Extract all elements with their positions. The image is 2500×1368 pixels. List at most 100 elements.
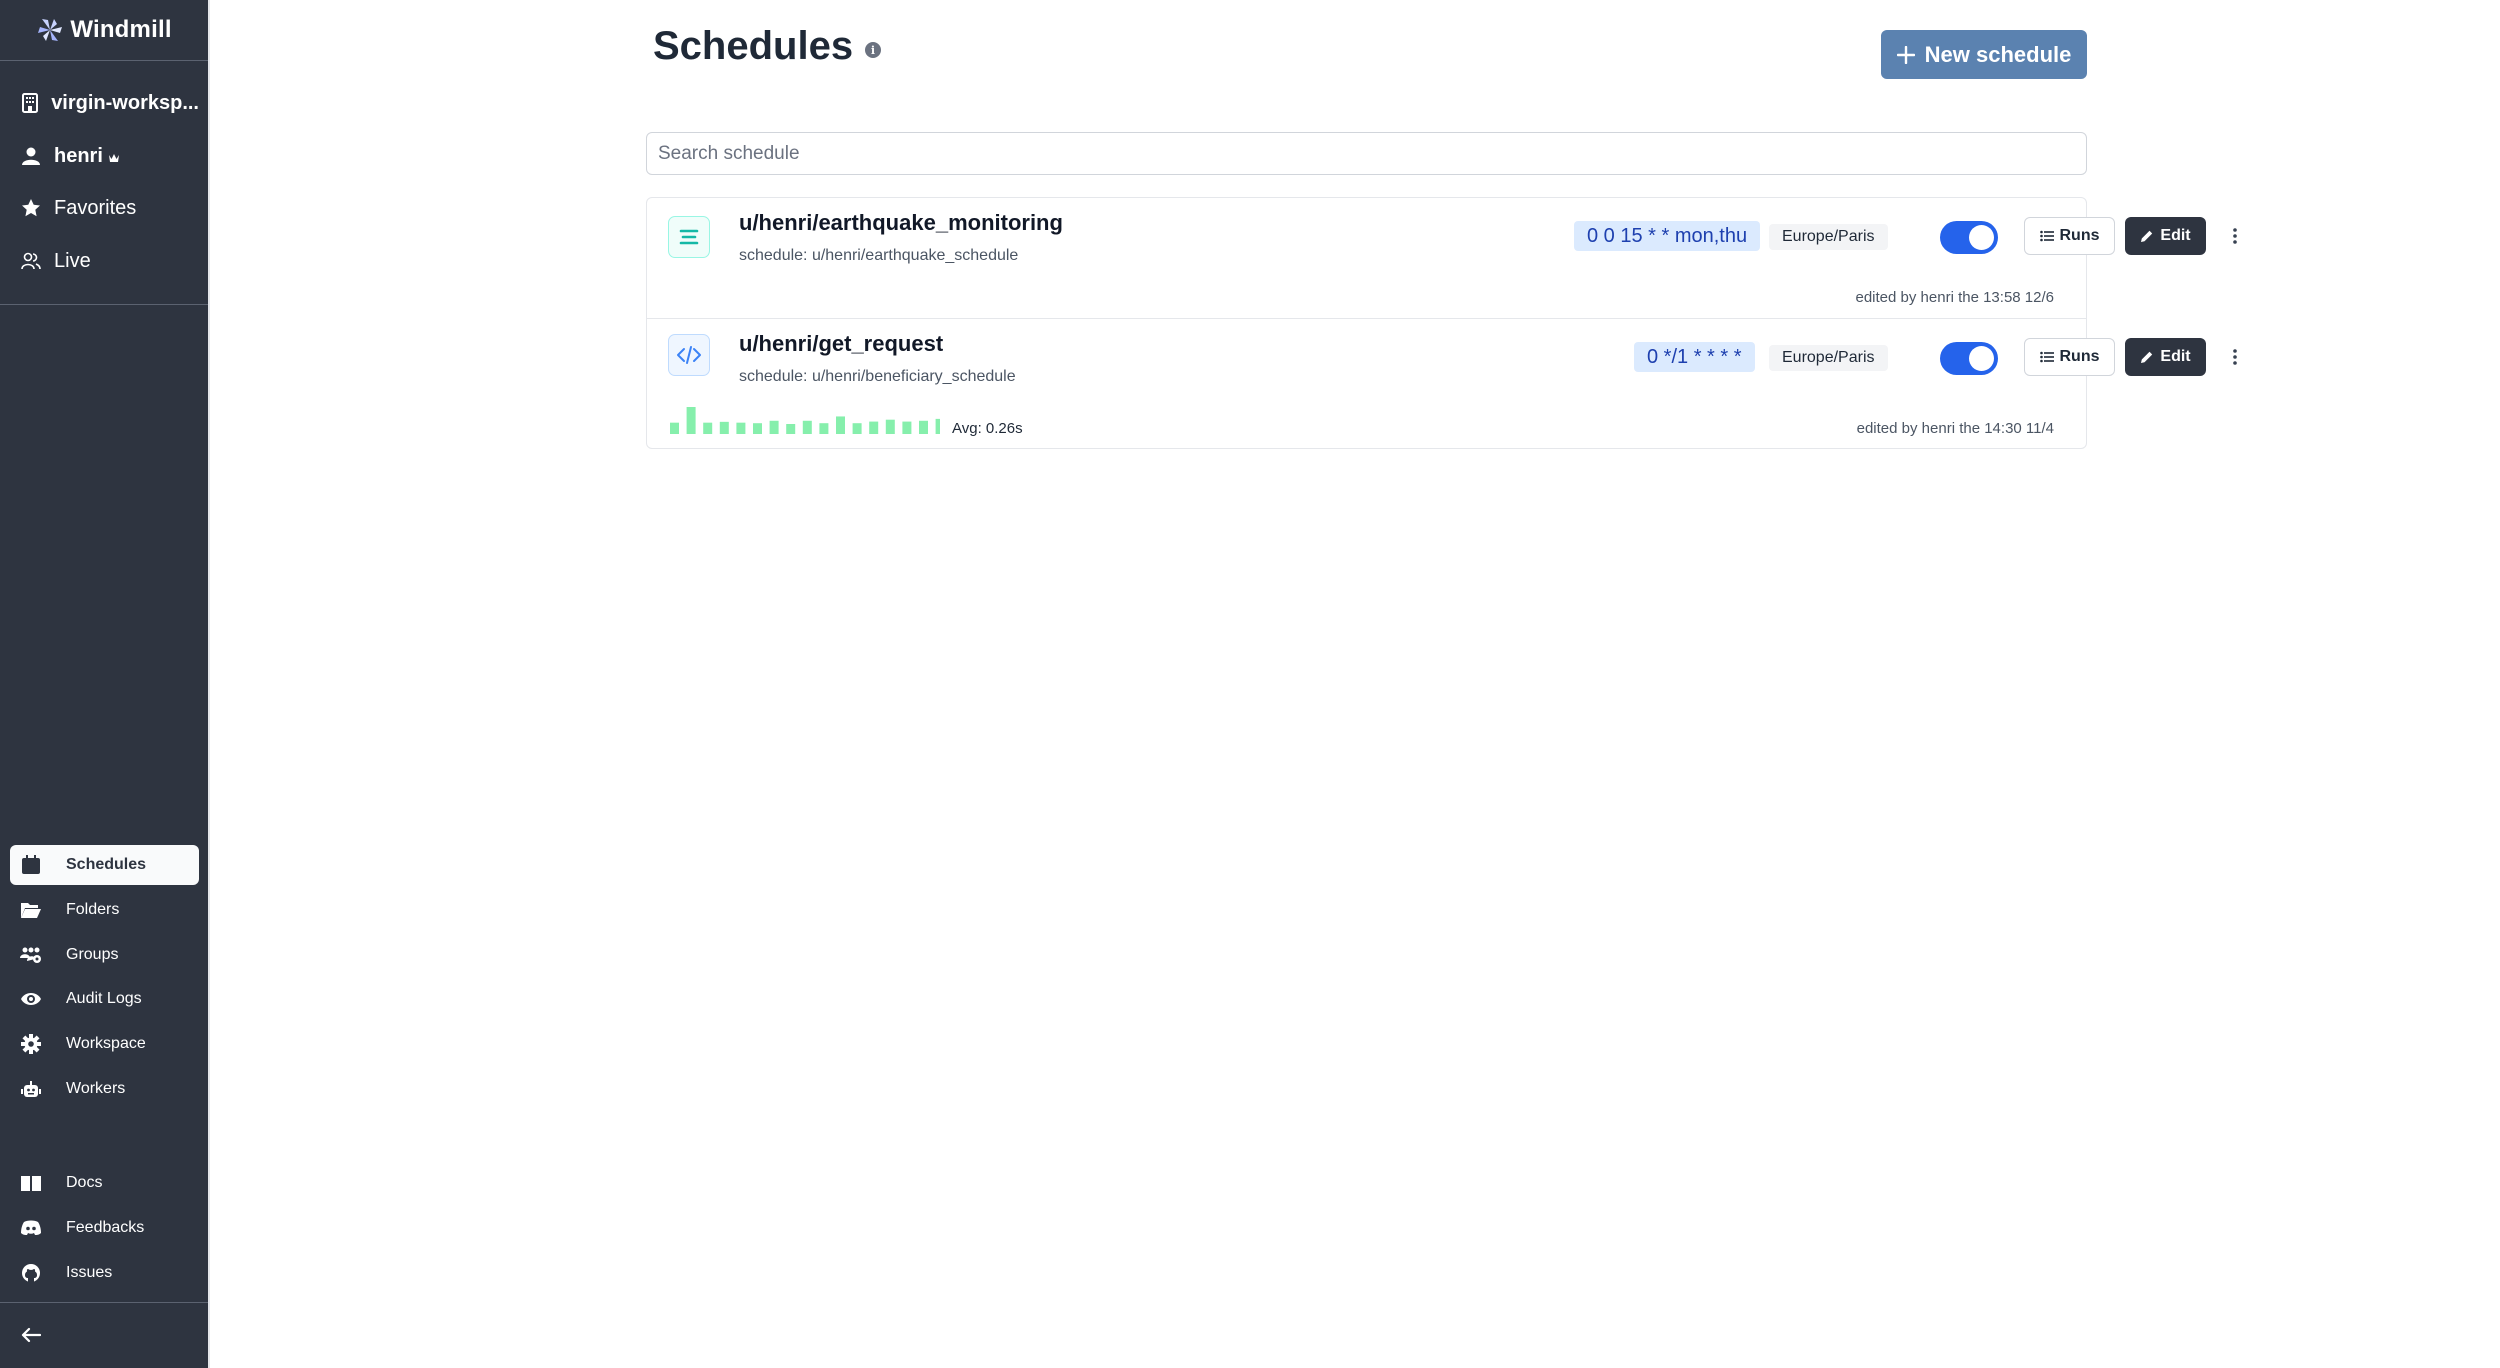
page-title: Schedules — [653, 24, 854, 68]
run-duration-sparkline — [670, 407, 940, 434]
new-schedule-label: New schedule — [1924, 41, 2072, 67]
collapse-sidebar-button[interactable] — [10, 1315, 50, 1355]
cron-badge: 0 0 15 * * mon,thu — [1574, 221, 1761, 251]
app-name: Windmill — [70, 16, 172, 43]
duration-bar[interactable] — [902, 421, 912, 434]
schedule-path-link[interactable]: u/henri/earthquake_monitoring — [739, 210, 1063, 236]
sidebar-item-favorites[interactable]: Favorites — [10, 188, 199, 228]
duration-bar[interactable] — [869, 421, 879, 434]
new-schedule-button[interactable]: New schedule — [1881, 30, 2087, 79]
duration-bar[interactable] — [736, 422, 746, 434]
building-icon — [20, 92, 39, 114]
runs-label: Runs — [2059, 348, 2100, 365]
user-menu[interactable]: henri — [10, 136, 199, 176]
duration-bar[interactable] — [686, 407, 696, 434]
duration-bar[interactable] — [919, 420, 928, 434]
flow-icon — [668, 216, 710, 258]
workspace-name: virgin-worksp... — [51, 91, 199, 114]
sidebar: Windmill virgin-worksp... henri Favorite… — [0, 0, 352, 1368]
code-icon — [668, 334, 710, 376]
enabled-toggle[interactable] — [1940, 342, 1998, 375]
main-content: Schedules i New schedule u/henri/earthqu… — [211, 0, 2500, 1368]
list-icon — [2039, 351, 2054, 363]
toggle-knob — [1969, 225, 1994, 250]
pencil-icon — [2140, 229, 2154, 243]
duration-bar[interactable] — [935, 418, 940, 434]
kebab-icon — [2232, 227, 2238, 245]
crown-icon — [108, 153, 120, 163]
runs-button[interactable]: Runs — [2024, 217, 2115, 255]
sidebar-item-label: Docs — [66, 1174, 103, 1191]
sidebar-item-label: Audit Logs — [66, 990, 142, 1007]
sidebar-item-label: Workspace — [66, 1035, 146, 1052]
schedule-name: schedule: u/henri/earthquake_schedule — [739, 247, 1019, 264]
robot-icon — [20, 1078, 42, 1100]
sidebar-item-label: Folders — [66, 901, 120, 918]
duration-bar[interactable] — [670, 422, 679, 434]
star-icon — [20, 197, 42, 219]
arrow-left-icon — [20, 1324, 42, 1346]
sidebar-item-label: Live — [54, 249, 91, 272]
book-icon — [20, 1172, 42, 1194]
sidebar-item-label: Groups — [66, 946, 119, 963]
runs-button[interactable]: Runs — [2024, 338, 2115, 376]
kebab-icon — [2232, 348, 2238, 366]
duration-bar[interactable] — [753, 423, 762, 434]
eye-icon — [20, 988, 42, 1010]
windmill-logo[interactable]: Windmill — [0, 0, 208, 61]
enabled-toggle[interactable] — [1940, 221, 1998, 254]
sidebar-item-workspace[interactable]: Workspace — [10, 1024, 199, 1064]
duration-bar[interactable] — [852, 423, 862, 434]
sidebar-item-workers[interactable]: Workers — [10, 1069, 199, 1109]
calendar-icon — [20, 854, 42, 876]
discord-icon — [20, 1217, 42, 1239]
info-icon[interactable]: i — [865, 42, 881, 58]
duration-bar[interactable] — [802, 420, 812, 434]
sidebar-item-live[interactable]: Live — [10, 241, 199, 281]
sidebar-item-schedules[interactable]: Schedules — [10, 845, 199, 885]
more-options-button[interactable] — [2225, 338, 2245, 376]
duration-bar[interactable] — [719, 421, 729, 434]
sidebar-divider — [0, 304, 208, 305]
username: henri — [54, 144, 103, 167]
schedule-path-link[interactable]: u/henri/get_request — [739, 331, 943, 357]
duration-bar[interactable] — [769, 420, 779, 434]
edit-label: Edit — [2160, 227, 2191, 244]
sidebar-item-groups[interactable]: Groups — [10, 935, 199, 975]
sidebar-item-folders[interactable]: Folders — [10, 890, 199, 930]
schedule-row[interactable]: u/henri/get_request schedule: u/henri/be… — [647, 319, 2237, 450]
edit-button[interactable]: Edit — [2125, 217, 2206, 255]
edit-label: Edit — [2160, 348, 2191, 365]
sidebar-item-feedbacks[interactable]: Feedbacks — [10, 1208, 199, 1248]
duration-bar[interactable] — [885, 419, 895, 434]
sidebar-item-audit-logs[interactable]: Audit Logs — [10, 979, 199, 1019]
windmill-logo-icon — [36, 17, 64, 43]
duration-bar[interactable] — [703, 422, 713, 434]
runs-label: Runs — [2059, 227, 2100, 244]
github-icon — [20, 1262, 42, 1284]
workspace-selector[interactable]: virgin-worksp... — [10, 83, 199, 123]
pencil-icon — [2140, 350, 2154, 364]
sidebar-item-docs[interactable]: Docs — [10, 1163, 199, 1203]
search-input[interactable] — [646, 132, 2087, 175]
more-options-button[interactable] — [2225, 217, 2245, 255]
edit-button[interactable]: Edit — [2125, 338, 2206, 376]
toggle-knob — [1969, 346, 1994, 371]
duration-bar[interactable] — [786, 424, 796, 434]
duration-bar[interactable] — [836, 416, 845, 434]
sidebar-item-label: Workers — [66, 1080, 126, 1097]
users-icon — [20, 250, 42, 272]
sidebar-item-label: Issues — [66, 1264, 113, 1281]
edited-info: edited by henri the 13:58 12/6 — [1855, 289, 2055, 306]
cron-badge: 0 */1 * * * * — [1634, 342, 1755, 372]
sidebar-item-label: Favorites — [54, 196, 137, 219]
schedule-name: schedule: u/henri/beneficiary_schedule — [739, 368, 1016, 385]
sidebar-item-issues[interactable]: Issues — [10, 1253, 199, 1293]
timezone-badge: Europe/Paris — [1769, 224, 1888, 250]
sidebar-item-label: Schedules — [66, 856, 147, 873]
gear-icon — [20, 1033, 42, 1055]
schedule-row[interactable]: u/henri/earthquake_monitoring schedule: … — [647, 198, 2237, 319]
duration-bar[interactable] — [819, 423, 829, 434]
sidebar-divider — [0, 1302, 208, 1303]
sidebar-item-label: Feedbacks — [66, 1219, 145, 1236]
